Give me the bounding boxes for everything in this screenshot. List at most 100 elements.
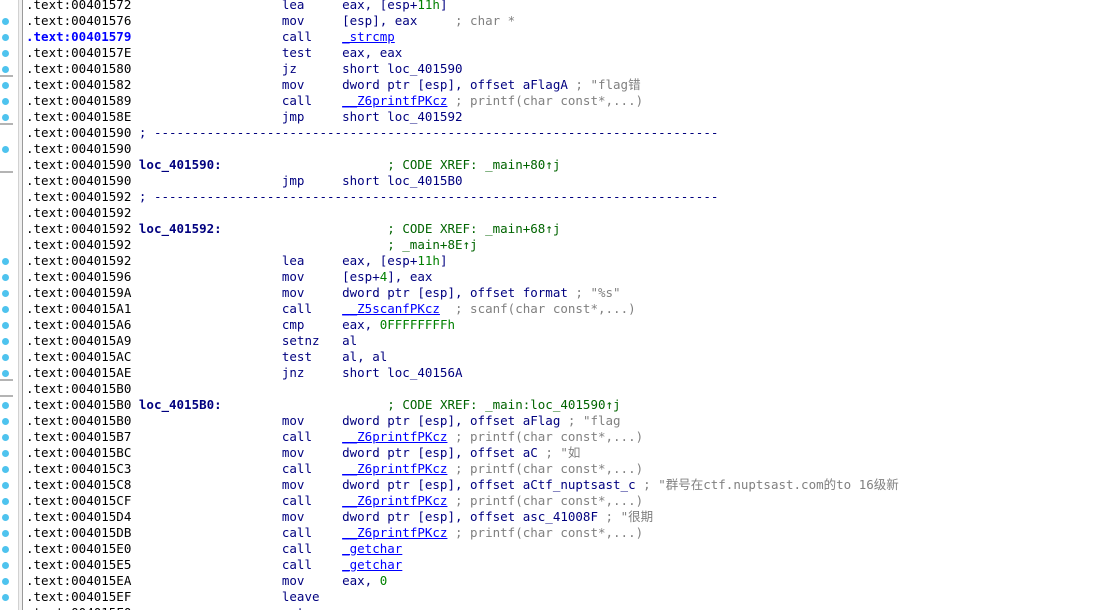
breakpoint-dot-icon[interactable] (2, 514, 9, 521)
disassembly-line[interactable]: .text:00401596 mov [esp+4], eax (26, 269, 1107, 285)
instruction-mnemonic: test (281, 349, 343, 364)
breakpoint-dot-icon[interactable] (2, 258, 9, 265)
breakpoint-dot-icon[interactable] (2, 578, 9, 585)
breakpoint-dot-icon[interactable] (2, 546, 9, 553)
disassembly-line[interactable]: .text:004015AC test al, al (26, 349, 1107, 365)
line-address: .text:00401589 (26, 93, 132, 108)
disassembly-line[interactable]: .text:004015C8 mov dword ptr [esp], offs… (26, 477, 1107, 493)
breakpoint-dot-icon[interactable] (2, 34, 9, 41)
disassembly-line[interactable]: .text:0040157E test eax, eax (26, 45, 1107, 61)
breakpoint-dot-icon[interactable] (2, 594, 9, 601)
disassembly-line[interactable]: .text:0040159A mov dword ptr [esp], offs… (26, 285, 1107, 301)
disassembly-line[interactable]: .text:00401592 loc_401592: ; CODE XREF: … (26, 221, 1107, 237)
disassembly-line[interactable]: .text:004015AE jnz short loc_40156A (26, 365, 1107, 381)
disassembly-line[interactable]: .text:0040158E jmp short loc_401592 (26, 109, 1107, 125)
disassembly-line[interactable]: .text:004015E0 call _getchar (26, 541, 1107, 557)
breakpoint-dot-icon[interactable] (2, 354, 9, 361)
disassembly-line[interactable]: .text:00401590 (26, 141, 1107, 157)
disassembly-line[interactable]: .text:004015A1 call __Z5scanfPKcz ; scan… (26, 301, 1107, 317)
disassembly-line[interactable]: .text:004015EA mov eax, 0 (26, 573, 1107, 589)
disassembly-line[interactable]: .text:00401582 mov dword ptr [esp], offs… (26, 77, 1107, 93)
disassembly-view[interactable]: .text:00401572 lea eax, [esp+11h] .text:0… (0, 0, 1107, 610)
instruction-operand: ] (439, 253, 448, 268)
disassembly-line[interactable]: .text:00401572 lea eax, [esp+11h] (26, 0, 1107, 13)
disassembly-line[interactable]: .text:004015D4 mov dword ptr [esp], offs… (26, 509, 1107, 525)
instruction-operand: loc_4015B0 (387, 173, 463, 188)
disassembly-line[interactable]: .text:004015B0 (26, 381, 1107, 397)
disassembly-listing[interactable]: .text:00401572 lea eax, [esp+11h] .text:0… (26, 0, 1107, 610)
breakpoint-dot-icon[interactable] (2, 370, 9, 377)
instruction-mnemonic: call (281, 525, 343, 540)
breakpoint-dot-icon[interactable] (2, 450, 9, 457)
breakpoint-dot-icon[interactable] (2, 82, 9, 89)
disassembly-line[interactable]: .text:004015EF leave (26, 589, 1107, 605)
breakpoint-dot-icon[interactable] (2, 418, 9, 425)
breakpoint-dot-icon[interactable] (2, 18, 9, 25)
disassembly-line[interactable]: .text:004015DB call __Z6printfPKcz ; pri… (26, 525, 1107, 541)
code-label: loc_4015B0: (138, 397, 222, 412)
disassembly-line[interactable]: .text:00401590 jmp short loc_4015B0 (26, 173, 1107, 189)
breakpoint-dot-icon[interactable] (2, 498, 9, 505)
breakpoint-dot-icon[interactable] (2, 146, 9, 153)
auto-comment: ; printf(char const*,...) (454, 493, 644, 508)
disassembly-line[interactable]: .text:004015A9 setnz al (26, 333, 1107, 349)
breakpoint-dot-icon[interactable] (2, 290, 9, 297)
disassembly-line[interactable]: .text:004015B0 loc_4015B0: ; CODE XREF: … (26, 397, 1107, 413)
disassembly-line[interactable]: .text:00401576 mov [esp], eax ; char * (26, 13, 1107, 29)
breakpoint-dot-icon[interactable] (2, 66, 9, 73)
arrow-gutter[interactable] (0, 0, 18, 610)
disassembly-line[interactable]: .text:00401579 call _strcmp (26, 29, 1107, 45)
disassembly-line[interactable]: .text:004015A6 cmp eax, 0FFFFFFFFh (26, 317, 1107, 333)
disassembly-line[interactable]: .text:00401592 lea eax, [esp+11h] (26, 253, 1107, 269)
breakpoint-dot-icon[interactable] (2, 322, 9, 329)
instruction-mnemonic: call (281, 93, 343, 108)
instruction-operand: [esp+ (342, 269, 380, 284)
instruction-operand: 0 (379, 573, 388, 588)
breakpoint-dot-icon[interactable] (2, 402, 9, 409)
breakpoint-dot-icon[interactable] (2, 114, 9, 121)
disassembly-line[interactable]: .text:00401592 (26, 205, 1107, 221)
breakpoint-dot-icon[interactable] (2, 50, 9, 57)
disassembly-line[interactable]: .text:00401580 jz short loc_401590 (26, 61, 1107, 77)
line-address: .text:004015BC (26, 445, 132, 460)
breakpoint-dot-icon[interactable] (2, 562, 9, 569)
line-address: .text:00401576 (26, 13, 132, 28)
disassembly-line[interactable]: .text:00401590 loc_401590: ; CODE XREF: … (26, 157, 1107, 173)
line-address: .text:004015C3 (26, 461, 132, 476)
breakpoint-dot-icon[interactable] (2, 338, 9, 345)
line-address: .text:0040159A (26, 285, 132, 300)
disassembly-line[interactable]: .text:00401590 ; -----------------------… (26, 125, 1107, 141)
instruction-mnemonic: cmp (281, 317, 343, 332)
instruction-operand: _getchar (342, 557, 403, 572)
breakpoint-dot-icon[interactable] (2, 530, 9, 537)
arrow-segment-icon (0, 123, 13, 125)
line-address: .text:004015B7 (26, 429, 132, 444)
disassembly-line[interactable]: .text:004015E5 call _getchar (26, 557, 1107, 573)
disassembly-line[interactable]: .text:004015B7 call __Z6printfPKcz ; pri… (26, 429, 1107, 445)
breakpoint-dot-icon[interactable] (2, 466, 9, 473)
disassembly-line[interactable]: .text:004015BC mov dword ptr [esp], offs… (26, 445, 1107, 461)
disassembly-line[interactable]: .text:00401592 ; -----------------------… (26, 189, 1107, 205)
instruction-mnemonic: setnz (281, 333, 343, 348)
disassembly-line[interactable]: .text:00401592 ; _main+8E↑j (26, 237, 1107, 253)
breakpoint-dot-icon[interactable] (2, 482, 9, 489)
breakpoint-dot-icon[interactable] (2, 306, 9, 313)
breakpoint-dot-icon[interactable] (2, 434, 9, 441)
code-label: loc_401590: (138, 157, 222, 172)
disassembly-line[interactable]: .text:004015CF call __Z6printfPKcz ; pri… (26, 493, 1107, 509)
disassembly-line[interactable]: .text:004015B0 mov dword ptr [esp], offs… (26, 413, 1107, 429)
breakpoint-dot-icon[interactable] (2, 274, 9, 281)
disassembly-line[interactable]: .text:004015F0 retn (26, 605, 1107, 610)
line-address: .text:0040157E (26, 45, 132, 60)
instruction-operand: ], eax (387, 269, 433, 284)
breakpoint-dot-icon[interactable] (2, 98, 9, 105)
disassembly-line[interactable]: .text:004015C3 call __Z6printfPKcz ; pri… (26, 461, 1107, 477)
section-separator: ; --------------------------------------… (138, 125, 719, 140)
disassembly-line[interactable]: .text:00401589 call __Z6printfPKcz ; pri… (26, 93, 1107, 109)
